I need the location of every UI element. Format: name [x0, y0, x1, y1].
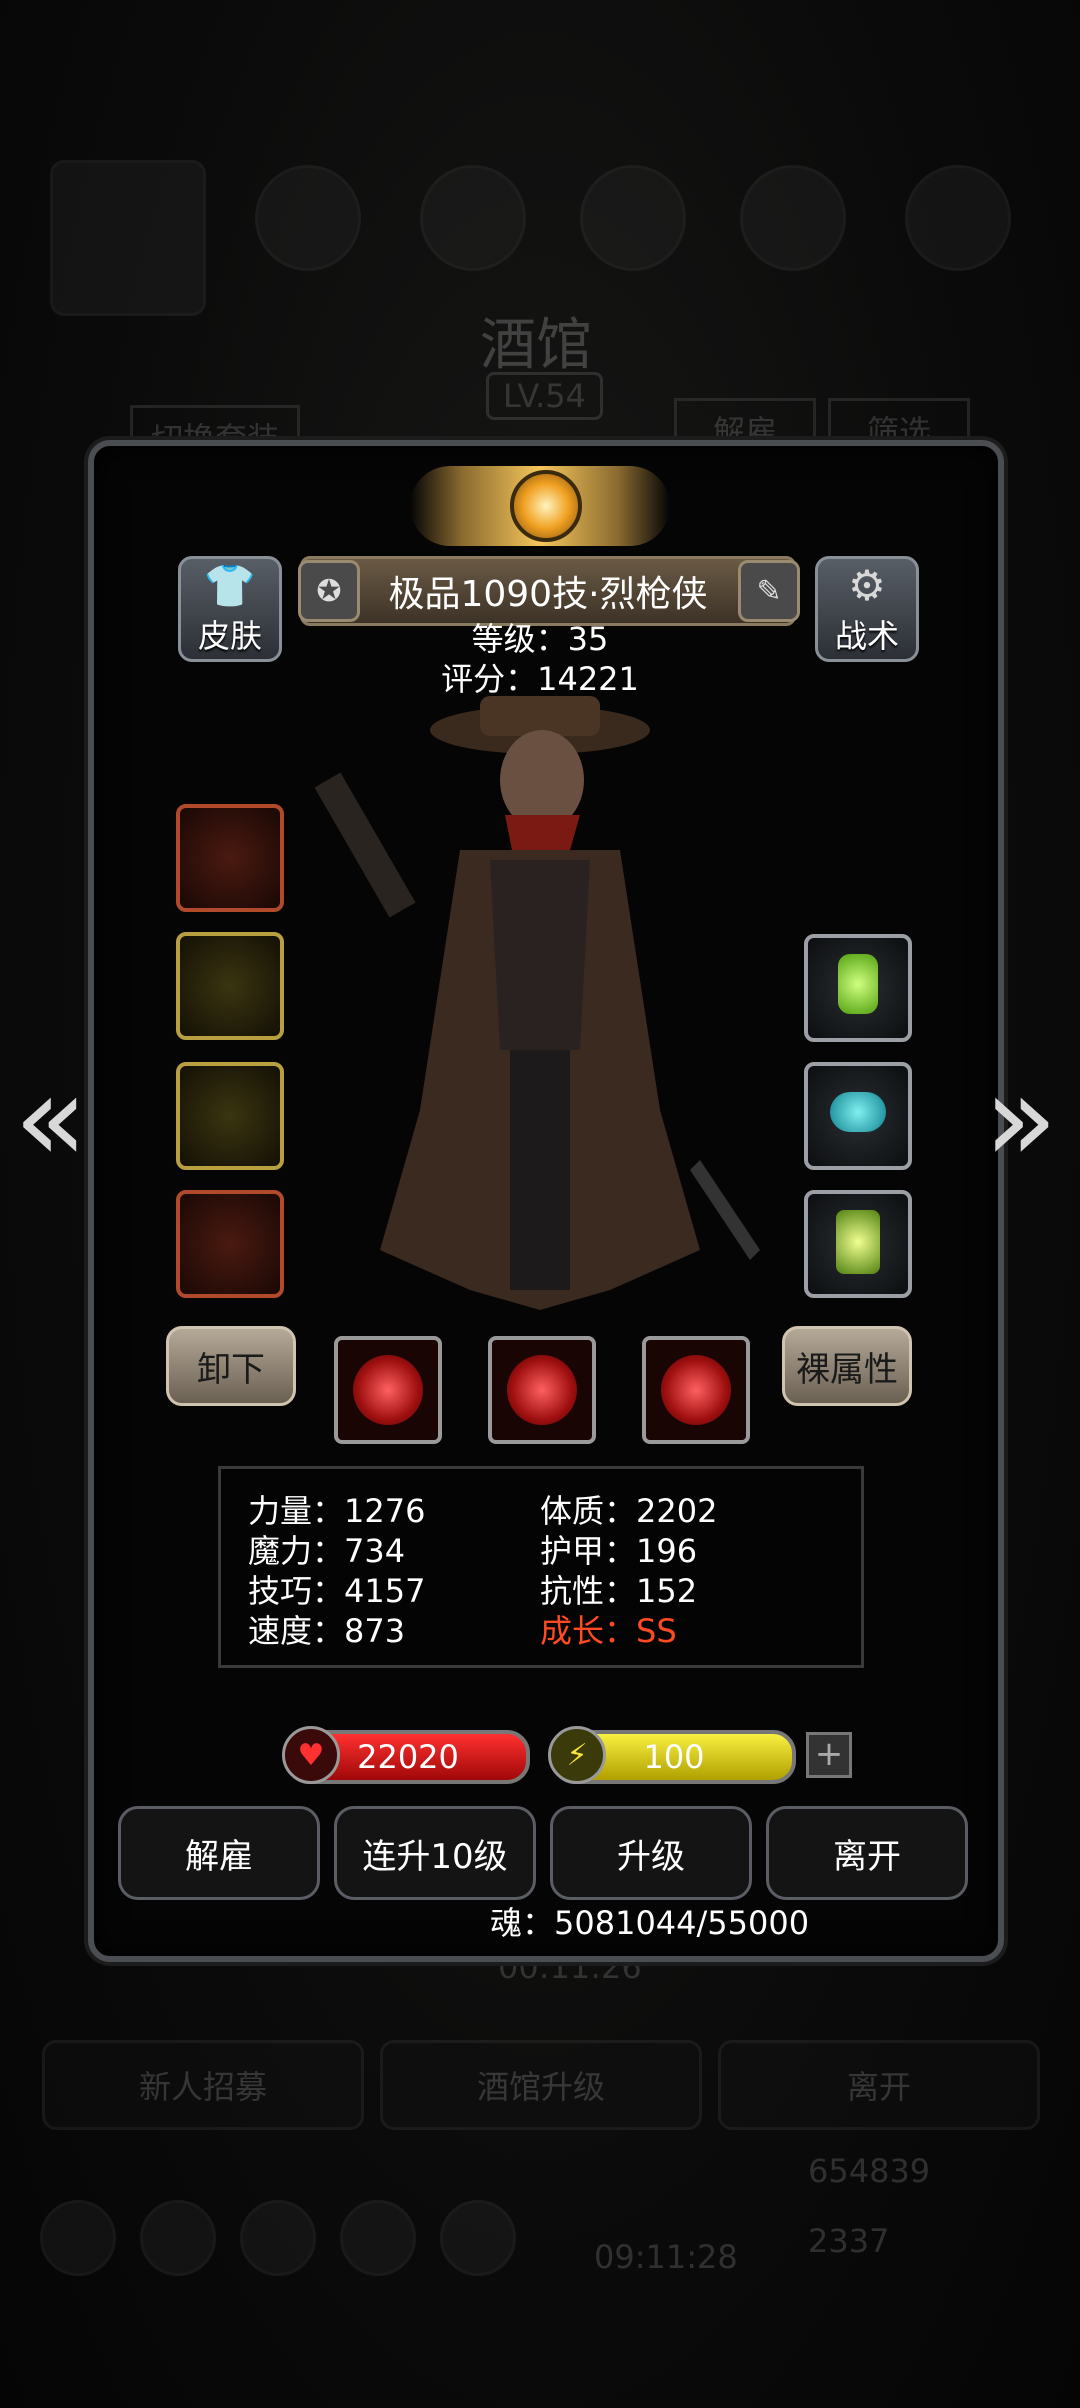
bottom-nav-icon[interactable]: [340, 2200, 416, 2276]
armor-slot[interactable]: [176, 932, 284, 1040]
shirt-icon: 👕: [203, 561, 257, 610]
prev-hero-arrow[interactable]: «: [14, 1050, 87, 1189]
crystal-icon: [838, 954, 878, 1014]
lantern-icon: [836, 1210, 880, 1274]
bg-leave-button[interactable]: 离开: [718, 2040, 1040, 2130]
add-energy-button[interactable]: +: [806, 1732, 852, 1778]
gem-icon: [830, 1092, 886, 1132]
bottom-nav-icon[interactable]: [40, 2200, 116, 2276]
bg-tab-icon: [740, 165, 846, 271]
next-hero-arrow[interactable]: »: [984, 1050, 1057, 1189]
attr-growth: 成长：SS: [540, 1612, 677, 1650]
tavern-level: LV.54: [486, 372, 603, 420]
lightning-icon: ⚡: [548, 1726, 606, 1784]
swirl-skill-icon: [507, 1355, 577, 1425]
edit-icon[interactable]: ✎: [738, 560, 800, 622]
tavern-title: 酒馆: [480, 313, 592, 378]
bottom-nav-icon[interactable]: [140, 2200, 216, 2276]
skill-slot-2[interactable]: [488, 1336, 596, 1444]
unequip-button[interactable]: 卸下: [166, 1326, 296, 1406]
skill-slot-1[interactable]: [334, 1336, 442, 1444]
crosshair-skill-icon: [661, 1355, 731, 1425]
skill-slot-3[interactable]: [642, 1336, 750, 1444]
ring-slot[interactable]: [176, 1062, 284, 1170]
attr-speed: 速度：873: [248, 1612, 406, 1650]
bottom-nav-icon[interactable]: [440, 2200, 516, 2276]
gem-slot[interactable]: [804, 1062, 912, 1170]
heart-icon: ♥: [282, 1726, 340, 1784]
book-slot[interactable]: [176, 1190, 284, 1298]
lantern-slot[interactable]: [804, 1190, 912, 1298]
upgrade-button[interactable]: 升级: [550, 1806, 752, 1900]
bg-timer-2: 09:11:28: [594, 2238, 738, 2276]
medal-icon[interactable]: ✪: [298, 560, 360, 622]
bottom-nav-icon[interactable]: [240, 2200, 316, 2276]
crystal-slot[interactable]: [804, 934, 912, 1042]
leave-button[interactable]: 离开: [766, 1806, 968, 1900]
bg-tab-icon: [580, 165, 686, 271]
soul-counter: 魂：5081044/55000: [490, 1904, 810, 1942]
weapon-slot[interactable]: [176, 804, 284, 912]
target-skill-icon: [353, 1355, 423, 1425]
hero-portrait: [314, 696, 760, 1310]
tavern-upgrade-button[interactable]: 酒馆升级: [380, 2040, 702, 2130]
gold-count: 654839: [808, 2152, 931, 2190]
bg-tab-icon: [905, 165, 1011, 271]
sun-emblem-icon: [510, 470, 582, 542]
bg-tab-icon: [255, 165, 361, 271]
base-attrs-button[interactable]: 裸属性: [782, 1326, 912, 1406]
gem-count: 2337: [808, 2222, 890, 2260]
bg-hero-icon: [50, 160, 206, 316]
gear-icon: ⚙: [848, 561, 886, 610]
upgrade10-button[interactable]: 连升10级: [334, 1806, 536, 1900]
recruit-button[interactable]: 新人招募: [42, 2040, 364, 2130]
bg-tab-icon: [420, 165, 526, 271]
dismiss-button[interactable]: 解雇: [118, 1806, 320, 1900]
